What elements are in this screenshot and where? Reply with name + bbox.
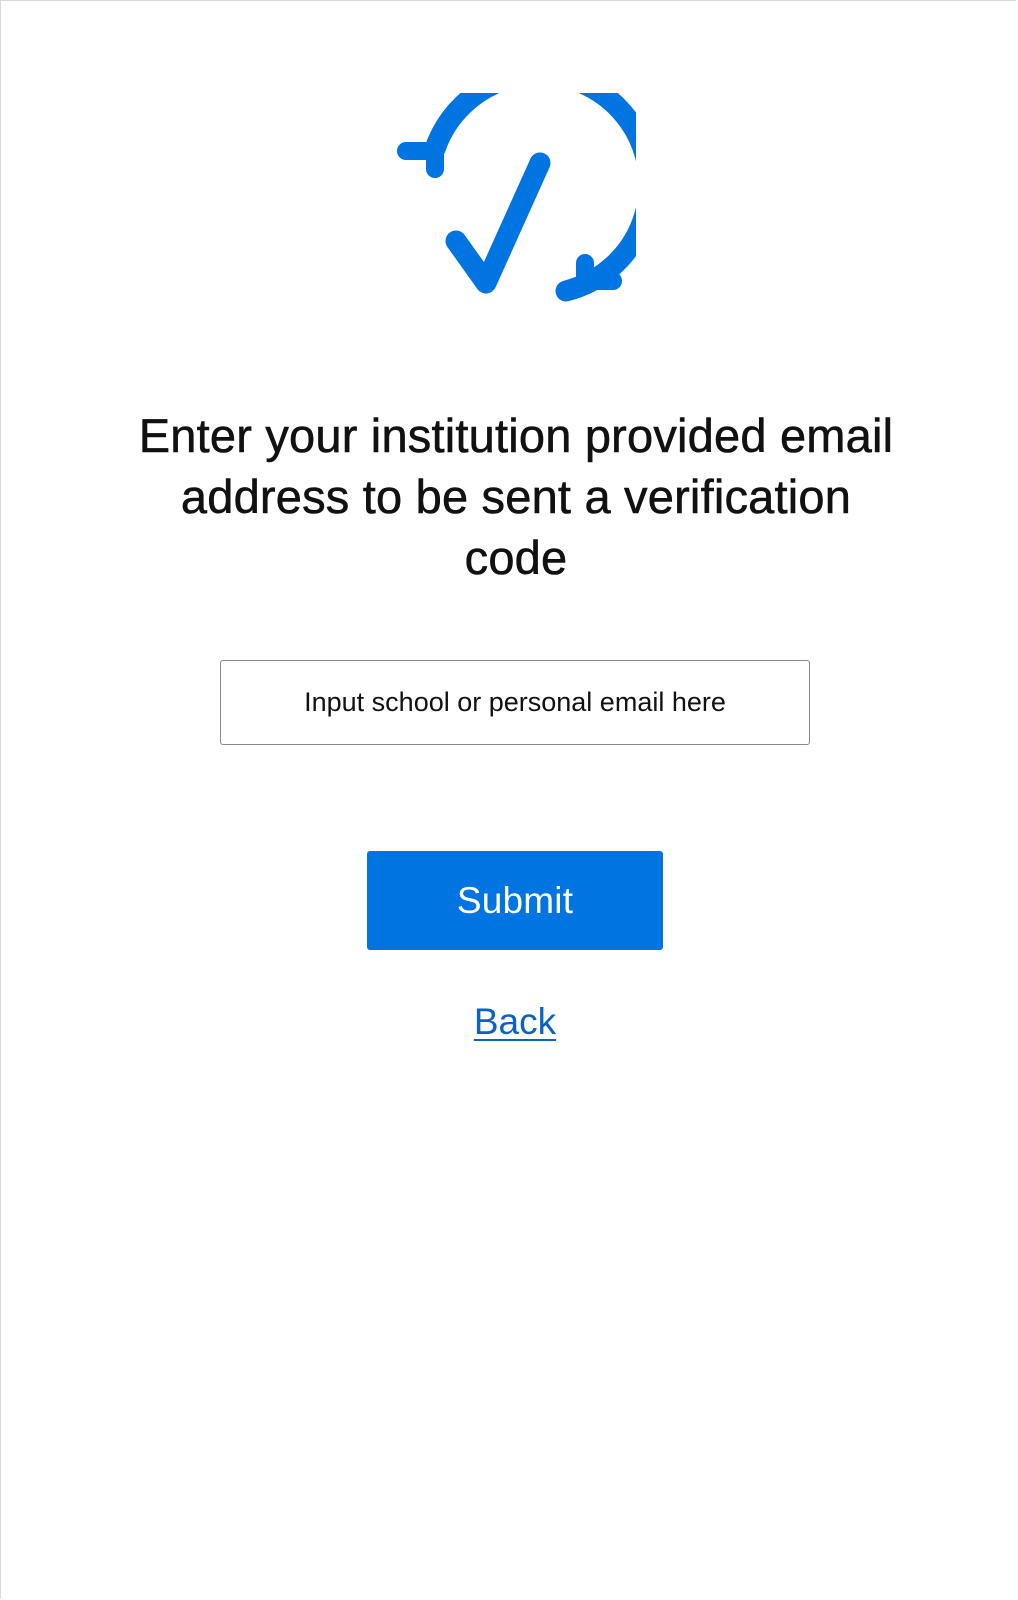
page-title: Enter your institution provided email ad… — [138, 409, 894, 585]
submit-button[interactable]: Submit — [367, 851, 663, 950]
page-frame: Enter your institution provided email ad… — [0, 0, 1016, 1598]
refresh-checkmark-icon — [397, 93, 636, 302]
back-link[interactable]: Back — [410, 1001, 620, 1043]
email-field-wrapper — [220, 660, 810, 745]
email-input[interactable] — [220, 660, 810, 745]
